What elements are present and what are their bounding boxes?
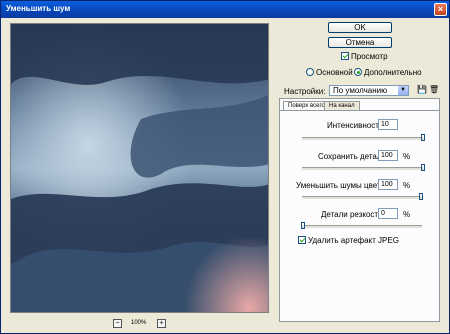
preserve-details-slider-thumb[interactable] [421,164,425,171]
title-bar: Уменьшить шум × [1,1,449,18]
advanced-mode-radio[interactable] [354,68,362,76]
tab-per-channel[interactable]: На канал [324,101,360,110]
strength-slider-track [302,137,422,140]
reduce-color-noise-slider-thumb[interactable] [419,193,423,200]
sharpen-details-slider-track [302,225,422,228]
sharpen-details-input[interactable]: 0 [378,208,398,219]
delete-settings-icon[interactable]: 🗑 [429,85,439,94]
preview-checkbox[interactable] [341,52,349,60]
preview-label: Просмотр [351,52,388,61]
advanced-mode-label: Дополнительно [364,68,422,77]
tab-overall[interactable]: Поверх всего [283,101,330,110]
zoom-in-button[interactable]: + [157,319,166,328]
basic-mode-label: Основной [316,68,353,77]
sharpen-details-label: Детали резкости: [321,210,385,219]
tab-divider [280,110,439,111]
preserve-details-unit: % [403,152,411,161]
cancel-button[interactable]: Отмена [328,37,392,48]
cloud-sky-image [11,24,268,312]
preview-image[interactable] [10,23,269,313]
settings-value: По умолчанию [333,86,388,95]
strength-label: Интенсивность: [327,121,386,130]
preserve-details-input[interactable]: 100 [378,150,398,161]
settings-label: Настройки: [284,87,326,96]
reduce-color-noise-slider-track [302,196,422,199]
zoom-level: 100% [131,320,147,326]
save-settings-icon[interactable]: 💾 [417,85,427,94]
reduce-color-noise-unit: % [403,181,411,190]
strength-input[interactable]: 10 [378,119,398,130]
close-icon[interactable]: × [434,3,447,16]
zoom-out-button[interactable]: − [113,319,122,328]
zoom-control: − 100% + [113,319,177,329]
window-title: Уменьшить шум [6,4,71,13]
remove-jpeg-artifact-checkbox[interactable] [298,236,306,244]
reduce-noise-dialog: Уменьшить шум × − 100% + OK Отмена Просм… [0,0,450,334]
preserve-details-slider-track [302,167,422,170]
remove-jpeg-artifact-label: Удалить артефакт JPEG [308,236,399,245]
reduce-color-noise-input[interactable]: 100 [378,179,398,190]
settings-select[interactable]: По умолчанию ▼ [329,85,409,96]
sharpen-details-unit: % [403,210,411,219]
basic-mode-radio[interactable] [306,68,314,76]
chevron-down-icon: ▼ [398,86,408,95]
strength-slider-thumb[interactable] [421,134,425,141]
sharpen-details-slider-thumb[interactable] [301,222,305,229]
settings-panel: Поверх всего На канал Интенсивность: 10 … [279,98,440,322]
ok-button[interactable]: OK [328,22,392,33]
